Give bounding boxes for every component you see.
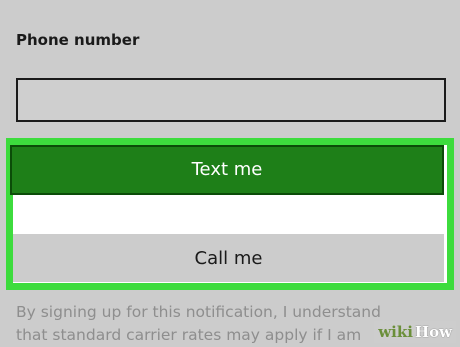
watermark-how: How [414,323,452,341]
phone-number-input[interactable] [16,78,446,122]
watermark-wiki: wiki [378,323,413,341]
call-me-button[interactable]: Call me [13,234,444,282]
phone-number-label: Phone number [16,31,140,49]
wikihow-watermark: wiki How [374,321,456,343]
text-me-button[interactable]: Text me [10,145,444,195]
